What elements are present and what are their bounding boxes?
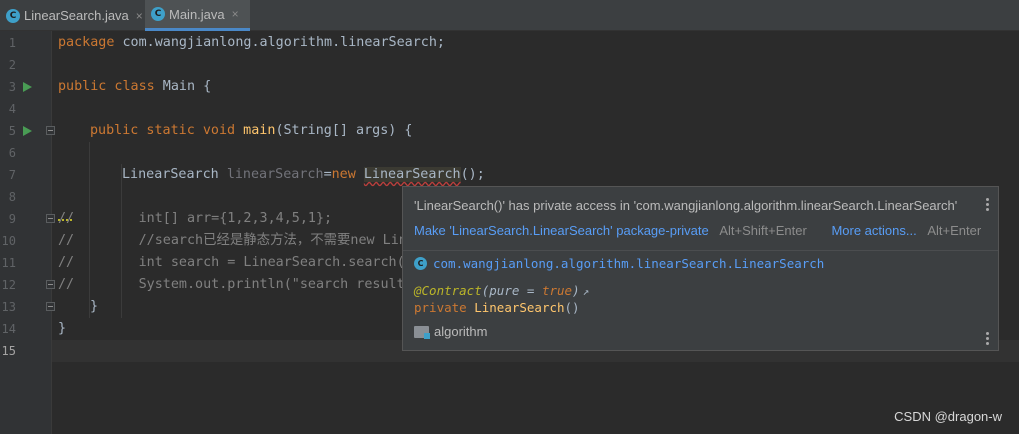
module-name: algorithm xyxy=(434,324,488,339)
module-info: algorithm xyxy=(414,324,487,339)
code-text[interactable]: // //search已经是静态方法，不需要new Lin xyxy=(58,230,407,252)
line-number: 7 xyxy=(8,168,16,182)
code-text[interactable]: public class Main { xyxy=(58,76,211,98)
java-class-icon: C xyxy=(414,257,427,270)
module-folder-icon xyxy=(414,325,430,339)
more-options-icon[interactable] xyxy=(986,332,990,345)
tab-main-java[interactable]: C Main.java × xyxy=(145,0,250,31)
code-line: 7 LinearSearch linearSearch=new LinearSe… xyxy=(0,164,1019,186)
watermark: CSDN @dragon-w xyxy=(894,409,1002,424)
line-number: 12 xyxy=(1,278,16,292)
method-name: LinearSearch xyxy=(474,300,565,315)
class-fqn: com.wangjianlong.algorithm.linearSearch.… xyxy=(433,256,825,271)
run-icon[interactable] xyxy=(23,126,32,136)
quick-fix-row: Make 'LinearSearch.LinearSearch' package… xyxy=(414,223,981,238)
code-line: 4 xyxy=(0,98,1019,120)
code-text[interactable]: public static void main(String[] args) { xyxy=(90,120,413,142)
line-number: 8 xyxy=(8,190,16,204)
error-tooltip-popup: 'LinearSearch()' has private access in '… xyxy=(402,186,999,351)
code-line: 5 public static void main(String[] args)… xyxy=(0,120,1019,142)
code-token: LinearSearch xyxy=(122,167,227,182)
more-actions-shortcut: Alt+Enter xyxy=(927,223,982,238)
line-number: 3 xyxy=(8,80,16,94)
code-text[interactable]: } xyxy=(90,296,98,318)
code-token: = xyxy=(323,167,332,182)
code-line: 2 xyxy=(0,54,1019,76)
line-number: 14 xyxy=(1,322,16,336)
code-token: com.wangjianlong.algorithm.linearSearch; xyxy=(114,35,445,50)
constructor-signature: private LinearSearch() xyxy=(414,300,580,315)
keyword: private xyxy=(414,300,467,315)
line-number: 4 xyxy=(8,102,16,116)
line-number: 10 xyxy=(1,234,16,248)
code-line: 3 public class Main { xyxy=(0,76,1019,98)
fold-icon[interactable] xyxy=(46,280,55,289)
code-line: 6 xyxy=(0,142,1019,164)
line-number: 15 xyxy=(1,344,16,358)
contract-annotation: @Contract(pure = true) ↗ xyxy=(414,283,589,298)
close-icon[interactable]: × xyxy=(136,9,143,23)
code-token: () xyxy=(564,300,580,315)
code-text[interactable]: package com.wangjianlong.algorithm.linea… xyxy=(58,32,445,54)
line-number: 11 xyxy=(1,256,16,270)
tab-label: Main.java xyxy=(169,6,225,22)
code-line: 1 package com.wangjianlong.algorithm.lin… xyxy=(0,32,1019,54)
comment-token: int[] arr={1,2,3,4,5,1}; xyxy=(74,211,333,226)
close-icon[interactable]: × xyxy=(232,7,239,21)
tab-label: LinearSearch.java xyxy=(24,8,129,23)
editor-tab-bar: C LinearSearch.java × C Main.java × xyxy=(0,0,1019,31)
line-number: 9 xyxy=(8,212,16,226)
quick-fix-shortcut: Alt+Shift+Enter xyxy=(719,223,807,238)
popup-divider xyxy=(403,250,998,251)
code-token: (String[] args) { xyxy=(275,123,413,138)
line-number: 5 xyxy=(8,124,16,138)
fold-icon[interactable] xyxy=(46,302,55,311)
code-token: Main { xyxy=(154,79,212,94)
java-class-icon: C xyxy=(6,8,20,23)
fold-icon[interactable] xyxy=(46,126,55,135)
annotation-value: true xyxy=(541,283,573,298)
keyword: public class xyxy=(58,79,155,94)
method-name: main xyxy=(235,123,276,138)
keyword: package xyxy=(58,35,115,50)
comment-token: // xyxy=(58,211,75,226)
error-constructor-call[interactable]: LinearSearch xyxy=(363,167,461,182)
code-text[interactable]: LinearSearch linearSearch=new LinearSear… xyxy=(122,164,485,186)
annotation-name: @Contract xyxy=(414,283,482,298)
fold-icon[interactable] xyxy=(46,214,55,223)
line-number: 6 xyxy=(8,146,16,160)
error-message: 'LinearSearch()' has private access in '… xyxy=(414,198,958,213)
keyword: public static void xyxy=(90,123,236,138)
line-number: 2 xyxy=(8,58,16,72)
class-reference-link[interactable]: C com.wangjianlong.algorithm.linearSearc… xyxy=(414,256,824,271)
more-options-icon[interactable] xyxy=(986,198,990,211)
line-number: 1 xyxy=(8,36,16,50)
annotation-paren: ) xyxy=(572,283,580,298)
code-token: (); xyxy=(460,167,485,182)
annotation-param: pure = xyxy=(489,283,542,298)
quick-fix-link[interactable]: Make 'LinearSearch.LinearSearch' package… xyxy=(414,223,709,238)
code-text[interactable]: } xyxy=(58,318,66,340)
line-number: 13 xyxy=(1,300,16,314)
more-actions-link[interactable]: More actions... xyxy=(831,223,916,238)
code-text[interactable]: // int search = LinearSearch.search( xyxy=(58,252,405,274)
external-link-icon[interactable]: ↗ xyxy=(583,285,590,298)
run-icon[interactable] xyxy=(23,82,32,92)
keyword: new xyxy=(331,167,356,182)
code-text[interactable]: // int[] arr={1,2,3,4,5,1}; xyxy=(58,208,332,230)
unused-variable: linearSearch xyxy=(226,167,324,182)
code-text[interactable]: // System.out.println("search result xyxy=(58,274,405,296)
tab-linearsearch-java[interactable]: C LinearSearch.java × xyxy=(0,0,143,31)
java-class-icon: C xyxy=(151,7,165,21)
